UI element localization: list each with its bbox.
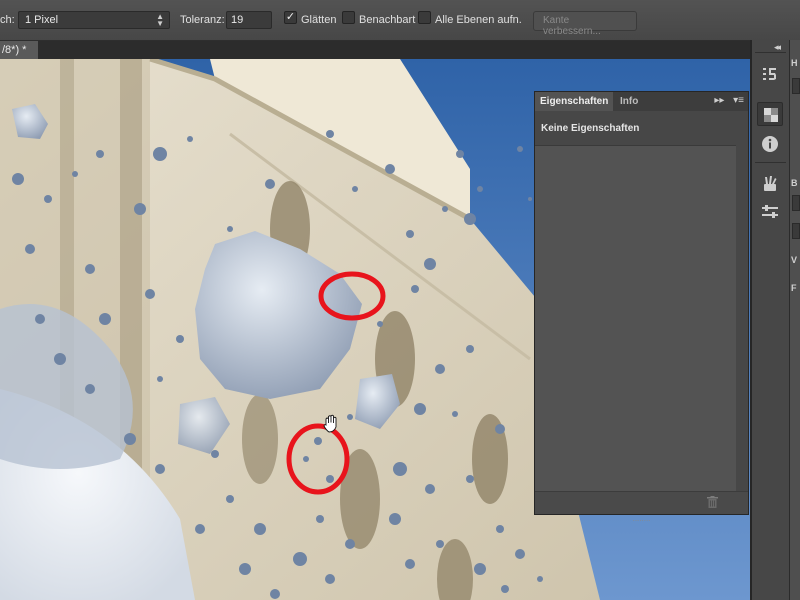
tolerance-label: Toleranz:	[180, 14, 225, 26]
properties-button[interactable]	[757, 102, 783, 126]
info-button[interactable]	[757, 132, 783, 156]
tab-info[interactable]: Info	[615, 92, 643, 111]
select-arrows-icon: ▲ ▼	[156, 12, 164, 28]
smooth-checkbox[interactable]: ✓	[284, 11, 297, 24]
panel-letter-h: H	[791, 58, 798, 68]
panel-letter-v: V	[791, 255, 798, 265]
contiguous-checkbox[interactable]	[342, 11, 355, 24]
size-label: ch:	[0, 14, 15, 26]
panel-dock: ◂◂	[752, 40, 790, 600]
dock-divider	[755, 52, 786, 53]
smooth-label: Glätten	[301, 14, 337, 26]
tab-properties[interactable]: Eigenschaften	[535, 92, 614, 111]
panel-header: Keine Eigenschaften	[535, 111, 748, 146]
properties-icon	[764, 108, 778, 122]
properties-panel: Eigenschaften Info ▸▸ ▾≡ Keine Eigenscha…	[534, 91, 749, 523]
document-tab-bar	[0, 41, 750, 59]
size-select-value: 1 Pixel	[25, 14, 59, 26]
options-bar: ch: 1 Pixel ▲ ▼ Toleranz: 19 ✓ Glätten Be…	[0, 0, 800, 41]
document-tab[interactable]: /8*) *	[0, 41, 38, 59]
panel-tab-bar: Eigenschaften Info ▸▸ ▾≡	[535, 92, 748, 111]
no-properties-text: Keine Eigenschaften	[541, 123, 640, 134]
tolerance-input[interactable]: 19	[226, 11, 272, 29]
panel-scrollbar[interactable]	[736, 145, 748, 492]
panel-controls: ▸▸ ▾≡	[714, 95, 744, 106]
panel-field[interactable]	[792, 223, 800, 239]
contiguous-label: Benachbart	[359, 14, 416, 26]
panel-footer	[535, 491, 748, 514]
info-icon	[762, 136, 778, 152]
dock-divider	[755, 162, 786, 163]
all-layers-label: Alle Ebenen aufn.	[435, 14, 522, 26]
panel-letter-f: F	[791, 283, 797, 293]
history-button[interactable]	[757, 62, 783, 86]
tolerance-value: 19	[231, 14, 244, 26]
brush-presets-icon	[764, 176, 777, 191]
all-layers-checkbox[interactable]	[418, 11, 431, 24]
brush-presets-button[interactable]	[757, 172, 783, 196]
size-select[interactable]: 1 Pixel ▲ ▼	[18, 11, 170, 29]
secondary-panel-strip: H B V F	[790, 40, 800, 600]
history-icon	[763, 68, 776, 80]
panel-menu-icon[interactable]: ▾≡	[733, 95, 744, 106]
expand-icon[interactable]: ▸▸	[714, 95, 724, 106]
refine-edge-button[interactable]: Kante verbessern...	[533, 11, 637, 37]
panel-field[interactable]	[792, 78, 800, 94]
panel-field[interactable]	[792, 195, 800, 211]
tool-presets-button[interactable]	[757, 200, 783, 224]
panel-letter-b: B	[791, 178, 798, 188]
adjust-icon	[762, 205, 778, 218]
panel-resize-grip[interactable]: ........	[535, 515, 748, 523]
trash-icon[interactable]	[707, 496, 718, 508]
